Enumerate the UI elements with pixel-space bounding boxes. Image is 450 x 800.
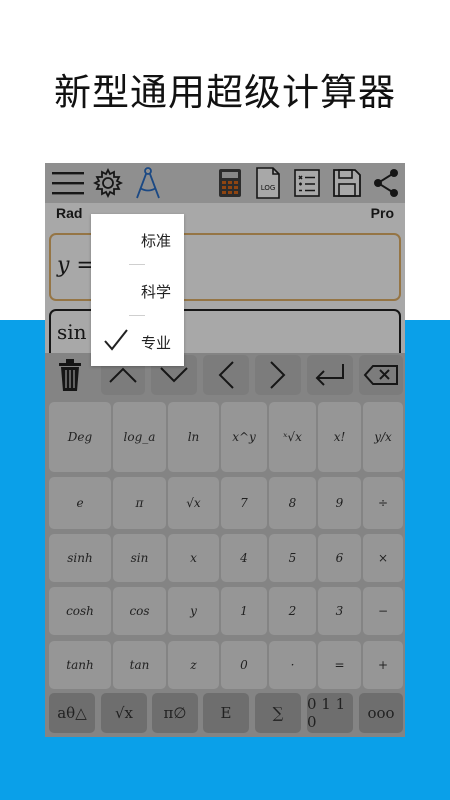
key-row1-0[interactable]: Deg	[49, 402, 111, 472]
enter-key[interactable]	[307, 355, 353, 395]
key-row3-1[interactable]: sin	[113, 534, 166, 582]
menu-item-label: 科学	[141, 283, 172, 301]
key-row4-3[interactable]: 1	[221, 587, 267, 635]
key-row2-3[interactable]: 7	[221, 477, 267, 529]
key-bottom-5[interactable]: 0 1 1 0	[307, 693, 353, 733]
key-row1-3[interactable]: x^y	[221, 402, 267, 472]
key-row4-5[interactable]: 3	[318, 587, 361, 635]
log-icon-label: LOG	[261, 184, 276, 192]
key-row3-5[interactable]: 6	[318, 534, 361, 582]
share-icon[interactable]	[371, 166, 401, 200]
key-row5-4[interactable]: ·	[269, 641, 316, 689]
key-bottom-1[interactable]: √x	[101, 693, 147, 733]
save-icon[interactable]	[331, 166, 363, 200]
key-row3-3[interactable]: 4	[221, 534, 267, 582]
calculator-icon[interactable]	[215, 166, 245, 200]
key-row2-1[interactable]: π	[113, 477, 166, 529]
cursor-right-key[interactable]	[255, 355, 301, 395]
menu-item-standard[interactable]: 标准	[91, 214, 184, 264]
key-row1-1[interactable]: log_a	[113, 402, 166, 472]
log-icon[interactable]: LOG	[253, 166, 283, 200]
menu-item-scientific[interactable]: 科学	[91, 265, 184, 315]
key-row5-6[interactable]: +	[363, 641, 403, 689]
compass-icon[interactable]	[131, 166, 165, 200]
key-row3-2[interactable]: x	[168, 534, 219, 582]
menu-item-label: 标准	[141, 232, 172, 250]
key-row2-0[interactable]: e	[49, 477, 111, 529]
list-icon[interactable]	[292, 166, 322, 200]
key-row1-5[interactable]: x!	[318, 402, 361, 472]
key-bottom-3[interactable]: E	[203, 693, 249, 733]
key-row3-6[interactable]: ×	[363, 534, 403, 582]
key-row1-4[interactable]: ˣ√x	[269, 402, 316, 472]
key-row4-2[interactable]: y	[168, 587, 219, 635]
key-row3-4[interactable]: 5	[269, 534, 316, 582]
key-row2-6[interactable]: ÷	[363, 477, 403, 529]
menu-icon[interactable]	[51, 166, 85, 200]
key-row5-1[interactable]: tan	[113, 641, 166, 689]
key-row1-6[interactable]: y/x	[363, 402, 403, 472]
key-row1-2[interactable]: ln	[168, 402, 219, 472]
key-row5-5[interactable]: =	[318, 641, 361, 689]
key-row4-6[interactable]: −	[363, 587, 403, 635]
angle-mode-label[interactable]: Rad	[56, 205, 82, 221]
top-toolbar: LOG	[45, 163, 405, 203]
key-row5-0[interactable]: tanh	[49, 641, 111, 689]
level-mode-label[interactable]: Pro	[371, 205, 394, 221]
key-row4-0[interactable]: cosh	[49, 587, 111, 635]
page-headline: 新型通用超级计算器	[54, 71, 396, 114]
delete-icon[interactable]	[49, 355, 91, 395]
key-row2-4[interactable]: 8	[269, 477, 316, 529]
key-row4-4[interactable]: 2	[269, 587, 316, 635]
mode-menu: 标准 科学 专业	[91, 214, 184, 366]
backspace-key[interactable]	[359, 355, 403, 395]
key-row5-2[interactable]: z	[168, 641, 219, 689]
checkmark-icon	[103, 328, 129, 356]
key-row5-3[interactable]: 0	[221, 641, 267, 689]
key-row3-0[interactable]: sinh	[49, 534, 111, 582]
key-bottom-0[interactable]: aθ△	[49, 693, 95, 733]
menu-item-label: 专业	[141, 334, 172, 352]
key-row2-5[interactable]: 9	[318, 477, 361, 529]
key-bottom-4[interactable]: ∑	[255, 693, 301, 733]
expression-text: y =	[57, 253, 95, 278]
key-bottom-6[interactable]: ooo	[359, 693, 403, 733]
gear-icon[interactable]	[91, 166, 125, 200]
menu-item-professional[interactable]: 专业	[91, 316, 184, 366]
key-row4-1[interactable]: cos	[113, 587, 166, 635]
cursor-left-key[interactable]	[203, 355, 249, 395]
key-bottom-2[interactable]: π∅	[152, 693, 198, 733]
key-row2-2[interactable]: √x	[168, 477, 219, 529]
